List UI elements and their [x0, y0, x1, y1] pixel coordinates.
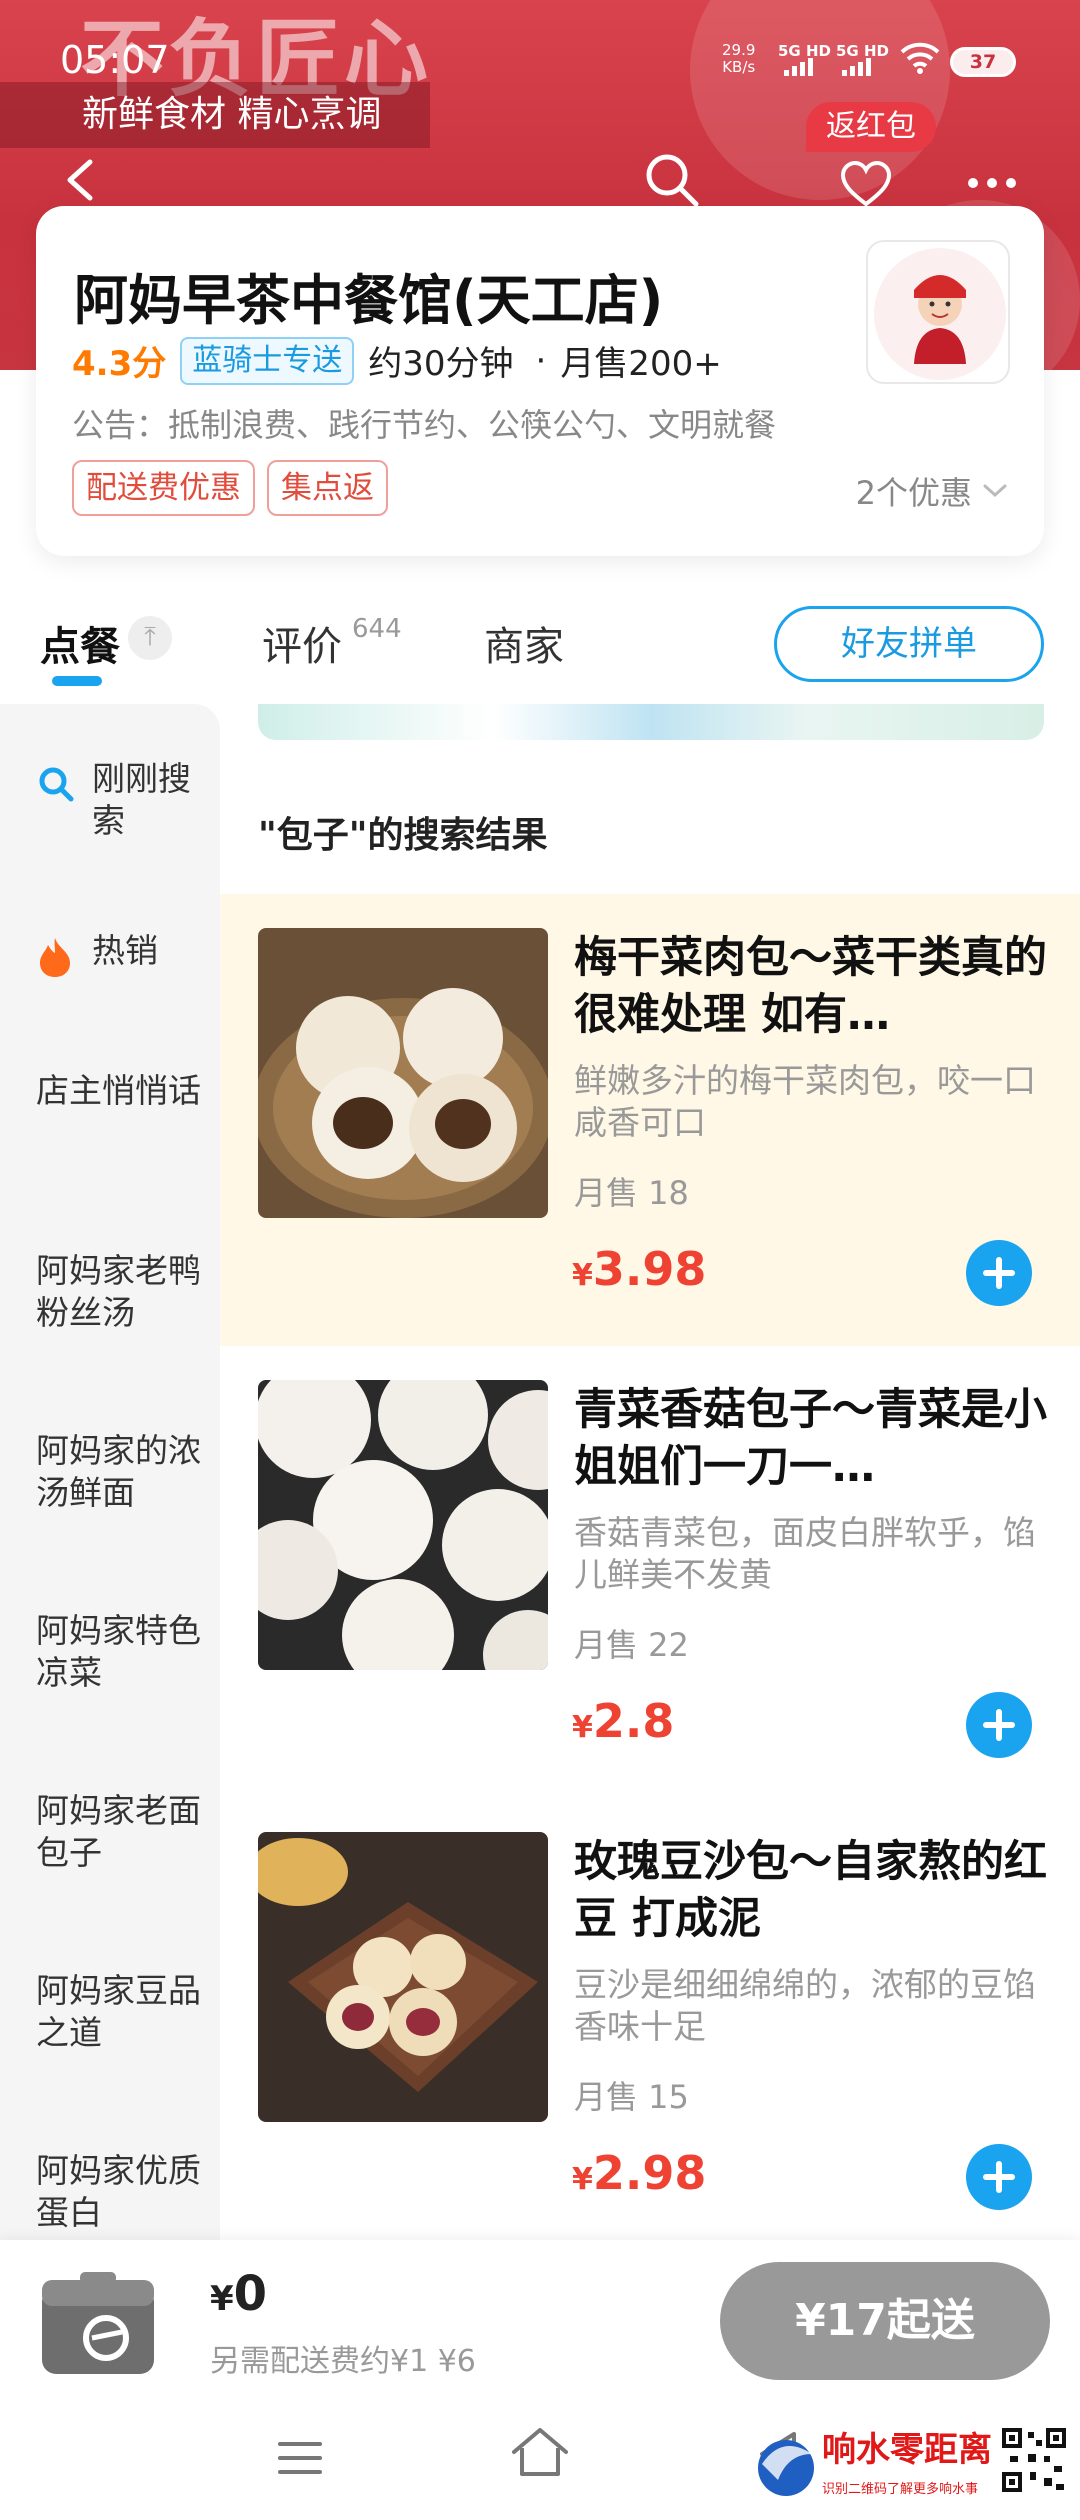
- list-item[interactable]: 梅干菜肉包～菜干类真的很难处理 如有… 鲜嫩多汁的梅干菜肉包，咬一口咸香可口 月…: [220, 894, 1080, 1346]
- item-sales: 月售 18: [574, 1174, 689, 1212]
- item-name: 梅干菜肉包～菜干类真的很难处理 如有…: [574, 933, 1047, 1040]
- monthly-sales: 月售200+: [560, 344, 722, 384]
- sidebar-item-buns[interactable]: 阿妈家老面包子: [36, 1790, 206, 1874]
- signal-bars-icon: [842, 58, 871, 76]
- add-to-cart-button[interactable]: [966, 1692, 1032, 1758]
- item-sales: 月售 22: [574, 1626, 689, 1664]
- sidebar-item-noodles[interactable]: 阿妈家的浓汤鲜面: [36, 1430, 206, 1514]
- cart-bar: ¥0 另需配送费约¥1 ¥6 ¥17起送: [0, 2240, 1080, 2390]
- bun-image: [258, 1832, 548, 2122]
- item-sales: 月售 15: [574, 2078, 689, 2116]
- watermark-logo-icon: [758, 2440, 814, 2496]
- cart-total: ¥0: [210, 2266, 268, 2322]
- search-icon[interactable]: [642, 150, 702, 210]
- add-to-cart-button[interactable]: [966, 1240, 1032, 1306]
- sidebar-item-hot[interactable]: 热销: [36, 930, 206, 977]
- store-logo[interactable]: [866, 240, 1010, 384]
- add-to-cart-button[interactable]: [966, 2144, 1032, 2210]
- list-item[interactable]: 青菜香菇包子～青菜是小姐姐们一刀一… 香菇青菜包，面皮白胖软乎，馅儿鲜美不发黄 …: [220, 1346, 1080, 1798]
- clock: 05:07: [60, 38, 170, 82]
- bun-image: [258, 1380, 548, 1670]
- promo-tags[interactable]: 配送费优惠 集点返: [72, 460, 388, 516]
- rider-badge: 蓝骑士专送: [180, 336, 355, 385]
- store-notice[interactable]: 公告：抵制浪费、践行节约、公筷公勺、文明就餐: [72, 400, 776, 446]
- fire-icon: [40, 938, 70, 977]
- tab-reviews[interactable]: 评价: [262, 614, 342, 672]
- back-icon[interactable]: [60, 158, 104, 202]
- cart-box-icon[interactable]: [36, 2268, 166, 2378]
- store-logo-image: [874, 248, 1006, 380]
- wifi-icon: [900, 42, 940, 74]
- sidebar-item-recent-search[interactable]: 刚刚搜索: [36, 758, 206, 842]
- promo-tag[interactable]: 集点返: [267, 460, 388, 516]
- discount-count[interactable]: 2个优惠: [856, 468, 1008, 514]
- search-result-title: "包子"的搜索结果: [258, 815, 548, 856]
- item-name: 玫瑰豆沙包～自家熬的红豆 打成泥: [574, 1837, 1047, 1944]
- sidebar-item-owner-note[interactable]: 店主悄悄话: [36, 1070, 206, 1112]
- watermark-subtext: 识别二维码了解更多响水事: [822, 2482, 979, 2497]
- item-description: 香菇青菜包，面皮白胖软乎，馅儿鲜美不发黄: [574, 1513, 1036, 1594]
- min-order-button[interactable]: ¥17起送: [720, 2262, 1050, 2380]
- redpack-badge[interactable]: 返红包: [806, 102, 936, 152]
- sidebar-item-soy[interactable]: 阿妈家豆品之道: [36, 1970, 206, 2054]
- delivery-fee-note: 另需配送费约¥1 ¥6: [210, 2344, 476, 2379]
- item-price: ¥3.98: [572, 1242, 707, 1296]
- sidebar-item-duck-soup[interactable]: 阿妈家老鸭粉丝汤: [36, 1250, 206, 1334]
- more-icon[interactable]: [968, 178, 1016, 188]
- network-speed: 29.9 KB/s: [722, 41, 756, 76]
- food-photo[interactable]: [258, 928, 548, 1218]
- store-meta-row: 4.3分 蓝骑士专送 约30分钟 · 月售200+: [72, 336, 722, 385]
- item-price: ¥2.8: [572, 1694, 675, 1748]
- store-rating: 4.3分: [72, 344, 167, 384]
- watermark-text: 响水零距离: [822, 2430, 992, 2470]
- signal-bars-icon: [784, 58, 813, 76]
- home-icon[interactable]: [510, 2426, 570, 2478]
- item-name: 青菜香菇包子～青菜是小姐姐们一刀一…: [574, 1385, 1047, 1492]
- review-count: 644: [352, 614, 402, 644]
- store-name: 阿妈早茶中餐馆(天工店): [74, 269, 664, 332]
- watermark: 响水零距离 识别二维码了解更多响水事: [752, 2418, 1072, 2518]
- active-tab-indicator: [52, 676, 102, 686]
- category-sidebar: 刚刚搜索 热销 店主悄悄话 阿妈家老鸭粉丝汤 阿妈家的浓汤鲜面 阿妈家特色凉菜 …: [0, 704, 220, 2248]
- heart-icon[interactable]: [840, 160, 892, 208]
- status-bar: 05:07 29.9 KB/s 5G HD 5G HD 37: [0, 0, 1080, 110]
- bun-image: [258, 928, 548, 1218]
- tab-order[interactable]: 点餐: [40, 614, 120, 672]
- tab-merchant[interactable]: 商家: [484, 614, 564, 672]
- item-description: 鲜嫩多汁的梅干菜肉包，咬一口咸香可口: [574, 1061, 1036, 1142]
- food-photo[interactable]: [258, 1380, 548, 1670]
- menu-icon[interactable]: [276, 2438, 324, 2478]
- pin-top-icon[interactable]: ⤒: [128, 616, 172, 660]
- group-order-button[interactable]: 好友拼单: [774, 606, 1044, 682]
- list-item[interactable]: 玫瑰豆沙包～自家熬的红豆 打成泥 豆沙是细细绵绵的，浓郁的豆馅香味十足 月售 1…: [220, 1798, 1080, 2250]
- promo-banner-strip[interactable]: [258, 704, 1044, 740]
- separator-dot: ·: [535, 340, 547, 381]
- item-price: ¥2.98: [572, 2146, 707, 2200]
- sidebar-item-cold-dishes[interactable]: 阿妈家特色凉菜: [36, 1610, 206, 1694]
- food-photo[interactable]: [258, 1832, 548, 2122]
- chevron-down-icon: [983, 484, 1007, 498]
- delivery-eta: 约30分钟: [368, 344, 514, 384]
- promo-tag[interactable]: 配送费优惠: [72, 460, 255, 516]
- store-info-card: 阿妈早茶中餐馆(天工店) 4.3分 蓝骑士专送 约30分钟 · 月售200+ 公…: [36, 206, 1044, 556]
- search-icon: [39, 767, 74, 802]
- sidebar-item-protein[interactable]: 阿妈家优质蛋白: [36, 2150, 206, 2234]
- qr-code-icon: [1000, 2426, 1068, 2494]
- battery-icon: 37: [950, 47, 1016, 77]
- item-description: 豆沙是细细绵绵的，浓郁的豆馅香味十足: [574, 1965, 1036, 2046]
